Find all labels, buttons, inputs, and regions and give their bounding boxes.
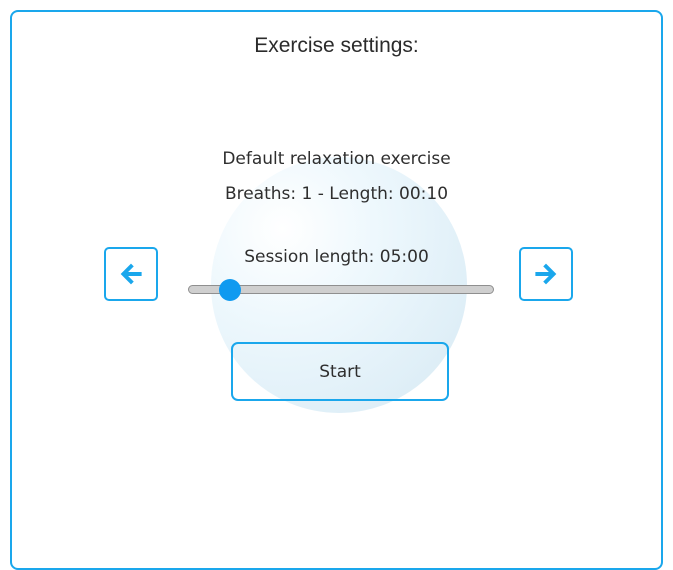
page-title: Exercise settings: bbox=[254, 34, 419, 57]
arrow-right-icon bbox=[535, 263, 557, 285]
next-exercise-button[interactable] bbox=[519, 247, 573, 301]
exercise-details: Breaths: 1 - Length: 00:10 bbox=[224, 184, 449, 204]
exercise-settings-panel: Exercise settings: Default relaxation ex… bbox=[10, 10, 663, 570]
start-button[interactable]: Start bbox=[231, 342, 449, 401]
session-length-slider[interactable] bbox=[188, 279, 494, 301]
exercise-name: Default relaxation exercise bbox=[222, 149, 451, 169]
arrow-left-icon bbox=[120, 263, 142, 285]
previous-exercise-button[interactable] bbox=[104, 247, 158, 301]
slider-thumb[interactable] bbox=[219, 279, 242, 301]
